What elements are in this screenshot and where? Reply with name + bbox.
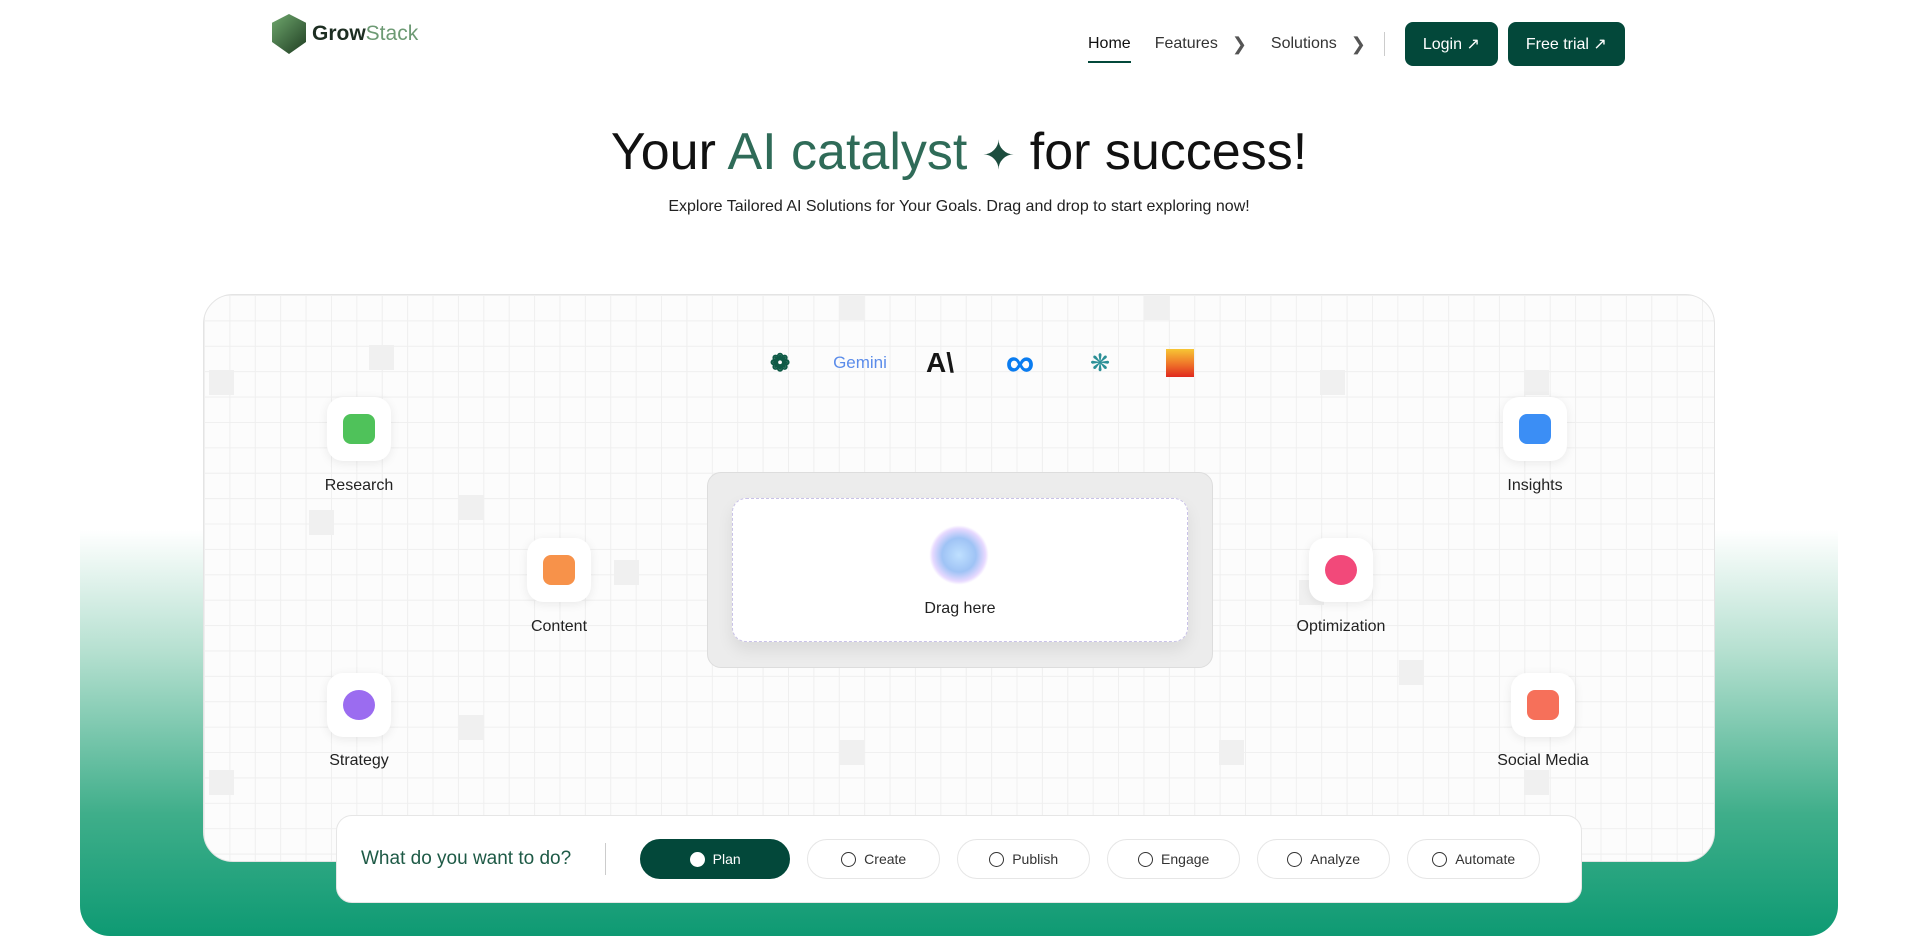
tool-research-label: Research bbox=[324, 477, 394, 494]
action-bar: What do you want to do? Plan Create Publ… bbox=[336, 815, 1582, 903]
title-accent: AI catalyst bbox=[727, 123, 968, 181]
nav-features[interactable]: Features ❯ bbox=[1155, 34, 1247, 55]
option-label: Engage bbox=[1161, 851, 1210, 867]
tool-optimization[interactable] bbox=[1309, 538, 1373, 602]
tool-insights-label: Insights bbox=[1507, 477, 1563, 494]
sparkles-icon: ✦ bbox=[981, 134, 1016, 178]
title-pre: Your bbox=[610, 123, 728, 181]
openai-icon: ❁ bbox=[769, 349, 791, 377]
option-label: Analyze bbox=[1310, 851, 1361, 867]
radio-icon bbox=[689, 851, 705, 867]
hero-subtitle: Explore Tailored AI Solutions for Your G… bbox=[668, 198, 1250, 215]
main-nav: Home Features ❯ Solutions ❯ Login ↗ Free t… bbox=[1088, 22, 1635, 66]
chevron-right-icon: ❯ bbox=[1350, 33, 1366, 54]
tool-strategy[interactable] bbox=[327, 673, 391, 737]
tool-strategy-label: Strategy bbox=[329, 752, 389, 769]
ai-models-row: ❁ Gemini A\ ∞ ❋ bbox=[740, 340, 1220, 385]
action-question: What do you want to do? bbox=[361, 848, 572, 869]
action-divider bbox=[605, 843, 607, 875]
option-label: Publish bbox=[1012, 851, 1059, 867]
tool-insights[interactable] bbox=[1503, 397, 1567, 461]
meta-icon: ∞ bbox=[1005, 340, 1035, 385]
chevron-right-icon: ❯ bbox=[1231, 33, 1247, 54]
logo-text: Grow bbox=[312, 22, 366, 45]
radio-icon bbox=[989, 851, 1005, 867]
insights-icon bbox=[1519, 414, 1551, 444]
title-post: for success! bbox=[1015, 123, 1308, 181]
tool-content[interactable] bbox=[527, 538, 591, 602]
strategy-icon bbox=[343, 690, 375, 720]
logo-mark-icon bbox=[272, 14, 306, 54]
free-trial-button[interactable]: Free trial ↗ bbox=[1507, 22, 1625, 66]
drop-zone-label: Drag here bbox=[924, 600, 996, 617]
hero-title: Your AI catalyst ✦ for success! bbox=[0, 122, 1918, 182]
social-media-icon bbox=[1527, 690, 1559, 720]
option-automate[interactable]: Automate bbox=[1407, 839, 1541, 879]
radio-icon bbox=[1138, 851, 1154, 867]
nav-solutions-label: Solutions bbox=[1270, 35, 1337, 52]
option-label: Plan bbox=[712, 851, 741, 867]
radio-icon bbox=[1432, 851, 1448, 867]
mistral-icon bbox=[1140, 346, 1220, 380]
optimization-icon bbox=[1325, 555, 1357, 585]
orb-icon bbox=[929, 525, 989, 585]
nav-features-label: Features bbox=[1154, 35, 1218, 52]
option-label: Create bbox=[864, 851, 907, 867]
login-button[interactable]: Login ↗ bbox=[1404, 22, 1498, 66]
option-engage[interactable]: Engage bbox=[1107, 839, 1241, 879]
option-plan[interactable]: Plan bbox=[640, 839, 791, 879]
tool-content-label: Content bbox=[530, 618, 588, 635]
content-icon bbox=[543, 555, 575, 585]
tool-social-media[interactable] bbox=[1511, 673, 1575, 737]
tool-research[interactable] bbox=[327, 397, 391, 461]
gemini-icon: Gemini bbox=[833, 353, 887, 372]
radio-icon bbox=[1287, 851, 1303, 867]
anthropic-icon: A\ bbox=[926, 347, 954, 378]
nav-home-label: Home bbox=[1088, 35, 1131, 52]
nav-solutions[interactable]: Solutions ❯ bbox=[1271, 34, 1366, 55]
option-publish[interactable]: Publish bbox=[957, 839, 1091, 879]
research-icon bbox=[343, 414, 375, 444]
option-create[interactable]: Create bbox=[807, 839, 941, 879]
option-analyze[interactable]: Analyze bbox=[1257, 839, 1391, 879]
radio-icon bbox=[841, 851, 857, 867]
option-label: Automate bbox=[1455, 851, 1516, 867]
perplexity-icon: ❋ bbox=[1089, 349, 1111, 377]
logo[interactable]: GrowStack bbox=[272, 14, 418, 54]
tool-social-media-label: Social Media bbox=[1497, 752, 1589, 769]
nav-home[interactable]: Home bbox=[1088, 35, 1131, 63]
logo-text-light: Stack bbox=[365, 22, 419, 45]
nav-divider bbox=[1383, 32, 1385, 56]
tool-optimization-label: Optimization bbox=[1296, 618, 1386, 635]
